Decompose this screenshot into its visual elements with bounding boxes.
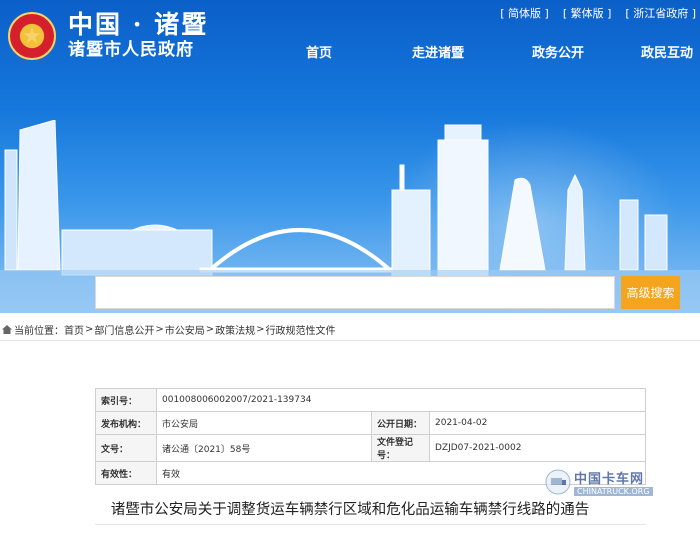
truck-logo-icon — [545, 469, 571, 495]
breadcrumb-department-info[interactable]: 部门信息公开 — [94, 322, 154, 337]
zhejiang-government-link[interactable]: [ 浙江省政府 ] — [625, 5, 696, 21]
home-icon — [2, 325, 12, 334]
search-input[interactable] — [95, 276, 615, 309]
breadcrumb: 当前位置： 首页 > 部门信息公开 > 市公安局 > 政策法规 > 行政规范性文… — [2, 322, 336, 337]
breadcrumb-prefix: 当前位置： — [14, 326, 64, 337]
logo-line2: 诸暨市人民政府 — [68, 40, 194, 60]
traditional-chinese-link[interactable]: [ 繁体版 ] — [563, 5, 612, 21]
date-value: 2021-04-02 — [429, 411, 646, 435]
index-value: 001008006002007/2021-139734 — [156, 388, 646, 412]
table-row: 发布机构： 市公安局 公开日期： 2021-04-02 — [95, 411, 646, 435]
org-value: 市公安局 — [156, 411, 372, 435]
watermark-en: CHINATRUCK.ORG — [574, 487, 653, 496]
title-divider — [95, 524, 646, 525]
doc-number-label: 文号： — [95, 434, 157, 462]
registration-value: DZJD07-2021-0002 — [429, 434, 646, 462]
table-row: 文号： 诸公通〔2021〕58号 文件登记号： DZJD07-2021-0002 — [95, 434, 646, 462]
date-label: 公开日期： — [371, 411, 430, 435]
top-links: [ 简体版 ] [ 繁体版 ] [ 浙江省政府 ] — [500, 5, 696, 21]
validity-label: 有效性： — [95, 461, 157, 485]
table-row: 索引号： 001008006002007/2021-139734 — [95, 388, 646, 412]
advanced-search-button[interactable]: 高级搜索 — [621, 276, 680, 309]
document-title: 诸暨市公安局关于调整货运车辆禁行区域和危化品运输车辆禁行线路的通告 — [110, 502, 590, 518]
doc-number-value: 诸公通〔2021〕58号 — [156, 434, 372, 462]
nav-home[interactable]: 首页 — [265, 42, 373, 61]
breadcrumb-public-security[interactable]: 市公安局 — [165, 322, 205, 337]
nav-government-affairs[interactable]: 政务公开 — [503, 42, 613, 61]
breadcrumb-divider — [0, 340, 700, 341]
breadcrumb-separator: > — [155, 324, 164, 335]
site-watermark: 中国卡车网 CHINATRUCK.ORG — [545, 468, 653, 496]
registration-label: 文件登记号： — [371, 434, 430, 462]
breadcrumb-separator: > — [205, 324, 215, 335]
watermark-cn: 中国卡车网 — [574, 472, 645, 487]
logo-line1: 中国 · 诸暨 — [68, 10, 209, 39]
breadcrumb-separator: > — [256, 324, 265, 335]
national-emblem-icon: ★ — [8, 12, 56, 60]
breadcrumb-policies[interactable]: 政策法规 — [215, 322, 255, 337]
org-label: 发布机构： — [95, 411, 157, 435]
main-nav: 首页 走进诸暨 政务公开 政民互动 — [265, 42, 700, 61]
index-label: 索引号： — [95, 388, 157, 412]
header-banner: [ 简体版 ] [ 繁体版 ] [ 浙江省政府 ] ★ 中国 · 诸暨 诸暨市人… — [0, 0, 700, 313]
breadcrumb-separator: > — [85, 324, 94, 335]
nav-interaction[interactable]: 政民互动 — [613, 42, 700, 61]
site-logo[interactable]: ★ 中国 · 诸暨 诸暨市人民政府 — [8, 11, 208, 61]
simplified-chinese-link[interactable]: [ 简体版 ] — [500, 5, 549, 21]
breadcrumb-normative-docs[interactable]: 行政规范性文件 — [266, 322, 336, 337]
breadcrumb-home[interactable]: 首页 — [64, 322, 84, 337]
nav-about-zhuji[interactable]: 走进诸暨 — [373, 42, 503, 61]
